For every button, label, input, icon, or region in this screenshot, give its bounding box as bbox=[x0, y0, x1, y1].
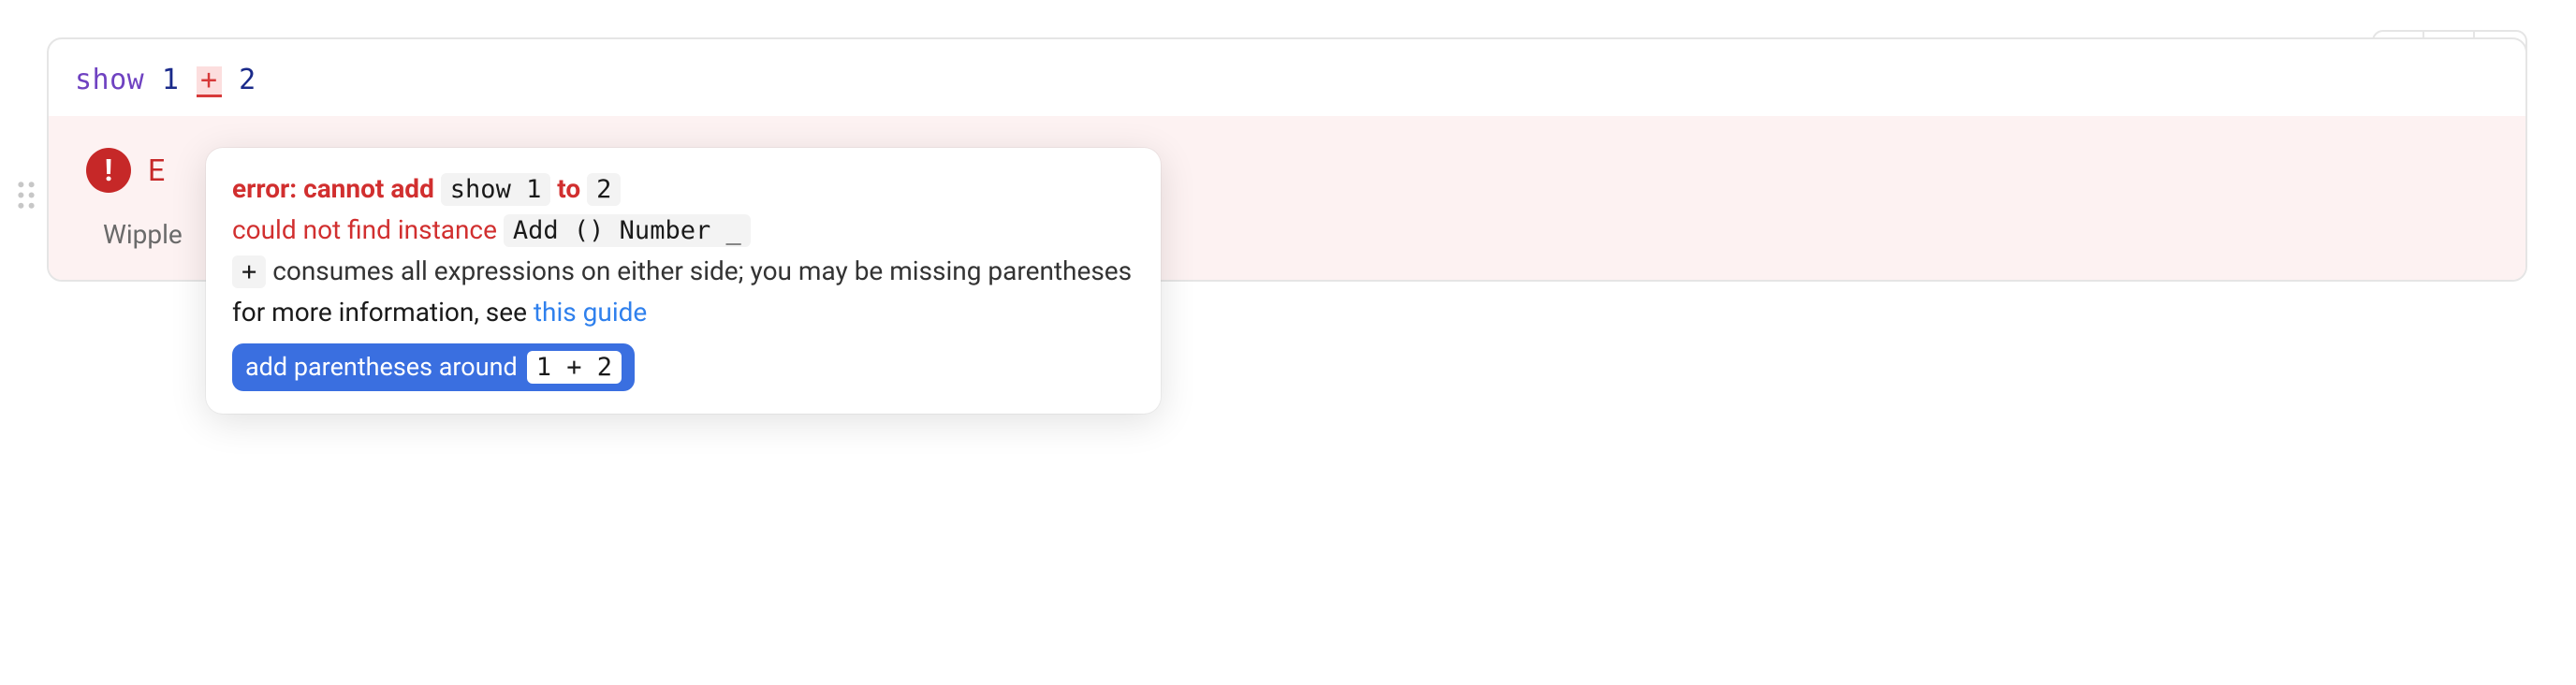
token-show: show bbox=[75, 64, 144, 96]
guide-link[interactable]: this guide bbox=[534, 297, 647, 328]
hint-plus-code: + bbox=[232, 255, 266, 288]
error-code-snippet: 2 bbox=[587, 173, 621, 206]
tooltip-instance-line: could not find instance Add () Number _ bbox=[232, 210, 1134, 251]
token-number-1: 1 bbox=[162, 64, 180, 96]
error-tooltip: error: cannot add show 1 to 2 could not … bbox=[206, 148, 1161, 414]
error-title: E bbox=[148, 153, 165, 188]
tooltip-error-line: error: cannot add show 1 to 2 bbox=[232, 168, 1134, 210]
error-code-snippet: show 1 bbox=[441, 173, 551, 206]
token-number-2: 2 bbox=[239, 64, 256, 96]
code-line[interactable]: show 1 + 2 bbox=[75, 64, 2499, 116]
token-operator-plus[interactable]: + bbox=[197, 66, 222, 97]
fix-label: add parentheses around bbox=[245, 352, 518, 382]
instance-code: Add () Number _ bbox=[504, 214, 751, 247]
drag-handle[interactable] bbox=[17, 181, 36, 215]
fix-code: 1 + 2 bbox=[527, 351, 622, 384]
quick-fix-button[interactable]: add parentheses around 1 + 2 bbox=[232, 343, 635, 391]
tooltip-hint-line: + consumes all expressions on either sid… bbox=[232, 251, 1134, 292]
error-icon: ! bbox=[86, 148, 131, 193]
drag-icon bbox=[17, 181, 36, 209]
tooltip-more-info-line: for more information, see this guide bbox=[232, 292, 1134, 332]
